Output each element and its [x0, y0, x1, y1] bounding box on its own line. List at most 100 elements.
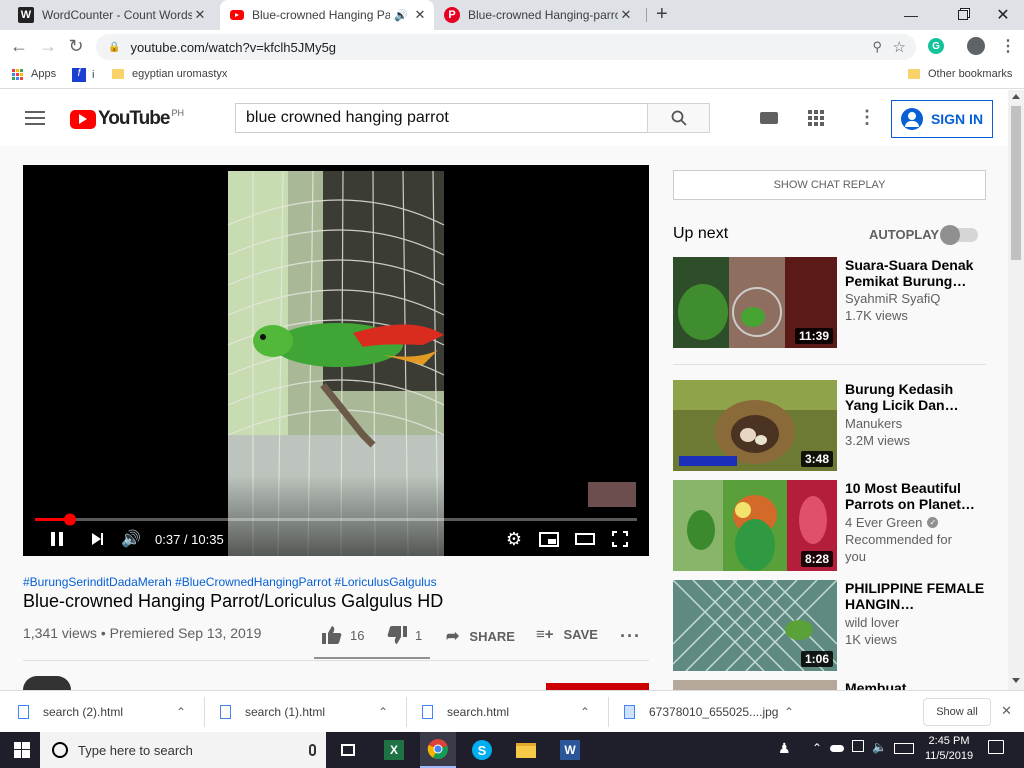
create-video-icon[interactable]	[760, 112, 778, 124]
excel-icon[interactable]: X	[376, 732, 412, 768]
scrollbar-thumb[interactable]	[1011, 106, 1021, 260]
people-icon[interactable]: ♟	[778, 740, 791, 757]
more-actions-icon[interactable]: ···	[620, 626, 641, 647]
recommendation-thumbnail[interactable]: 8:28	[673, 480, 837, 571]
dislike-count: 1	[415, 627, 423, 643]
download-filename: 67378010_655025....jpg	[649, 705, 779, 719]
network-icon[interactable]	[852, 740, 864, 752]
reload-button[interactable]: ↻	[64, 34, 88, 58]
share-button[interactable]: ➦ SHARE	[446, 626, 515, 646]
save-button[interactable]: ≡+ SAVE	[536, 626, 598, 643]
recommendation-title[interactable]: Burung Kedasih Yang Licik Dan…	[845, 381, 985, 413]
clock[interactable]: 2:45 PM 11/5/2019	[920, 734, 978, 764]
hamburger-menu-icon[interactable]	[25, 111, 45, 125]
recommendation-channel[interactable]: Manukers	[845, 415, 902, 432]
chevron-up-icon[interactable]: ⌃	[176, 705, 186, 719]
back-button[interactable]: ←	[7, 34, 31, 58]
volume-tray-icon[interactable]: 🔈	[872, 740, 887, 754]
browser-menu-icon[interactable]: ⋮	[1000, 36, 1016, 56]
bookmark-egyptian-uromastyx[interactable]: egyptian uromastyx	[112, 68, 227, 80]
dislike-button[interactable]: 1	[387, 626, 422, 644]
chevron-up-icon[interactable]: ⌃	[580, 705, 590, 719]
chrome-icon[interactable]	[420, 732, 456, 768]
file-explorer-icon[interactable]	[508, 732, 544, 768]
grammarly-extension-icon[interactable]: G	[928, 38, 944, 54]
bookmark-apps[interactable]: Apps	[12, 68, 56, 80]
recommendation-thumbnail[interactable]: 1:06	[673, 580, 837, 671]
recommendation-thumbnail[interactable]	[673, 680, 837, 690]
downloads-bar: search (2).html ⌃ search (1).html ⌃ sear…	[0, 690, 1024, 732]
video-duration: 11:39	[794, 328, 833, 344]
scroll-up-icon[interactable]	[1012, 94, 1020, 99]
recommendation-channel[interactable]: 4 Ever Green ✓	[845, 514, 939, 531]
recommendation-title[interactable]: PHILIPPINE FEMALE HANGIN…	[845, 580, 985, 612]
search-button[interactable]	[647, 103, 710, 133]
chevron-up-icon[interactable]: ⌃	[784, 705, 794, 719]
forward-button[interactable]: →	[36, 34, 60, 58]
youtube-logo[interactable]: YouTube PH	[70, 108, 184, 130]
address-bar[interactable]: 🔒 youtube.com/watch?v=kfclh5JMy5g ⚲ ☆	[96, 34, 916, 60]
taskbar-search-box[interactable]: Type here to search	[40, 732, 326, 768]
page-scrollbar[interactable]	[1008, 90, 1024, 690]
profile-icon[interactable]	[967, 37, 985, 55]
subscribe-button[interactable]	[546, 683, 649, 690]
close-tab-icon[interactable]: ✕	[192, 7, 208, 23]
tab-pinterest[interactable]: P Blue-crowned Hanging-parrot Fe ✕	[434, 0, 646, 30]
download-item[interactable]: 67378010_655025....jpg ⌃	[624, 691, 804, 733]
bookmark-other[interactable]: Other bookmarks	[908, 68, 1012, 80]
settings-menu-icon[interactable]: ⋮	[858, 107, 876, 128]
tab-youtube[interactable]: Blue-crowned Hanging Parro 🔊 ✕	[220, 0, 434, 30]
bookmark-star-icon[interactable]: ☆	[893, 38, 906, 56]
channel-avatar[interactable]	[23, 676, 71, 690]
show-all-downloads-button[interactable]: Show all	[923, 698, 991, 726]
show-chat-replay-button[interactable]: SHOW CHAT REPLAY	[673, 170, 986, 200]
settings-gear-icon[interactable]: ⚙	[502, 527, 526, 551]
zoom-icon[interactable]: ⚲	[872, 39, 882, 55]
video-hashtags[interactable]: #BurungSerinditDadaMerah #BlueCrownedHan…	[23, 575, 437, 589]
volume-icon[interactable]: 🔊	[119, 527, 143, 551]
keyboard-icon[interactable]	[894, 743, 914, 754]
microphone-icon[interactable]	[309, 744, 316, 756]
onedrive-icon[interactable]	[830, 745, 844, 752]
chevron-up-icon[interactable]: ⌃	[378, 705, 388, 719]
fullscreen-icon[interactable]	[608, 527, 632, 551]
close-tab-icon[interactable]: ✕	[412, 7, 428, 23]
tray-chevron-icon[interactable]: ⌃	[812, 741, 822, 755]
recommendation-channel[interactable]: SyahmiR SyafiQ	[845, 290, 940, 307]
next-button[interactable]	[85, 527, 109, 551]
scroll-down-icon[interactable]	[1012, 678, 1020, 683]
notifications-icon[interactable]	[988, 740, 1004, 754]
search-input[interactable]: blue crowned hanging parrot	[235, 103, 648, 133]
recommendation-channel[interactable]: wild lover	[845, 614, 899, 631]
close-downloads-icon[interactable]: ✕	[1001, 703, 1012, 719]
bookmark-i[interactable]: f i	[72, 68, 94, 82]
video-player[interactable]: 🔊 0:37 / 10:35 ⚙	[23, 165, 649, 556]
new-tab-button[interactable]: +	[656, 3, 668, 26]
tab-wordcounter[interactable]: W WordCounter - Count Words & C ✕	[8, 0, 218, 30]
task-view-icon[interactable]	[330, 732, 366, 768]
recommendation-title[interactable]: Suara-Suara Denak Pemikat Burung…	[845, 257, 985, 289]
close-tab-icon[interactable]: ✕	[618, 7, 634, 23]
skype-icon[interactable]: S	[464, 732, 500, 768]
recommendation-title[interactable]: Membuat	[845, 680, 985, 690]
recommendation-title[interactable]: 10 Most Beautiful Parrots on Planet…	[845, 480, 985, 512]
minimize-button[interactable]: —	[888, 0, 934, 30]
apps-grid-icon[interactable]	[808, 110, 824, 126]
recommendation-thumbnail[interactable]: 11:39	[673, 257, 837, 348]
windows-start-icon[interactable]	[4, 732, 40, 768]
miniplayer-icon[interactable]	[537, 527, 561, 551]
close-window-button[interactable]: ✕	[980, 0, 1024, 30]
download-item[interactable]: search (1).html ⌃	[220, 691, 398, 733]
recommendation-thumbnail[interactable]: 3:48	[673, 380, 837, 471]
word-icon[interactable]: W	[552, 732, 588, 768]
download-item[interactable]: search (2).html ⌃	[18, 691, 196, 733]
audio-playing-icon[interactable]: 🔊	[394, 9, 408, 22]
sign-in-button[interactable]: SIGN IN	[891, 100, 993, 138]
like-button[interactable]: 16	[322, 626, 364, 644]
theater-mode-icon[interactable]	[573, 527, 597, 551]
pause-button[interactable]	[45, 527, 69, 551]
download-item[interactable]: search.html ⌃	[422, 691, 600, 733]
recommendation-views: 3.2M views	[845, 433, 911, 448]
autoplay-toggle[interactable]	[940, 225, 978, 245]
progress-scrubber[interactable]	[64, 513, 76, 526]
